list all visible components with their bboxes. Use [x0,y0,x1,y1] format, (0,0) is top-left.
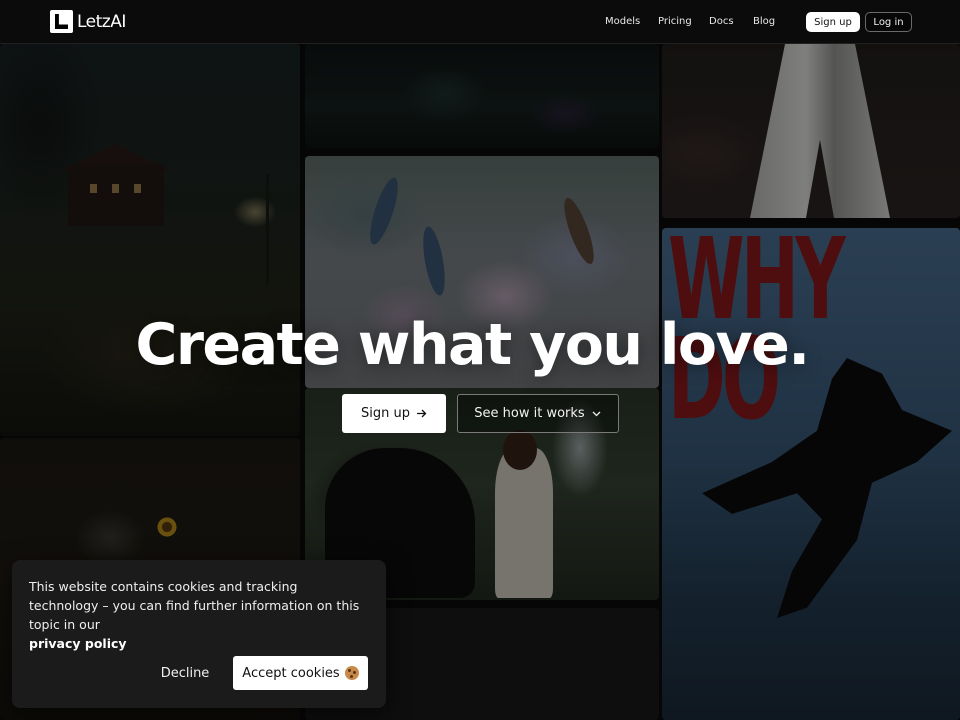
see-how-it-works-button[interactable]: See how it works [457,394,619,433]
cookie-icon [344,666,359,680]
header-signup-button[interactable]: Sign up [806,12,860,32]
cookie-message-text: This website contains cookies and tracki… [29,579,360,632]
privacy-policy-link[interactable]: privacy policy [29,636,127,651]
cookie-banner: This website contains cookies and tracki… [12,560,386,708]
logo-text: LetzAI [77,11,126,32]
nav-link-models[interactable]: Models [605,16,640,27]
hero-signup-button[interactable]: Sign up [342,394,446,433]
nav-link-blog[interactable]: Blog [753,16,775,27]
cookie-message: This website contains cookies and tracki… [29,577,369,653]
logo-mark-icon [50,10,73,33]
hero-signup-label: Sign up [361,406,410,421]
nav-link-docs[interactable]: Docs [709,16,734,27]
header-login-button[interactable]: Log in [865,12,912,32]
hero-title: Create what you love. [135,312,810,378]
top-navbar: LetzAI Models Pricing Docs Blog Sign up … [0,0,960,44]
arrow-right-icon [416,408,427,419]
nav-link-pricing[interactable]: Pricing [658,16,692,27]
see-how-it-works-label: See how it works [474,406,585,421]
accept-cookies-button[interactable]: Accept cookies [233,656,368,690]
chevron-down-icon [591,408,602,419]
logo[interactable]: LetzAI [50,10,126,33]
decline-cookies-button[interactable]: Decline [152,656,218,690]
accept-cookies-label: Accept cookies [242,665,340,681]
